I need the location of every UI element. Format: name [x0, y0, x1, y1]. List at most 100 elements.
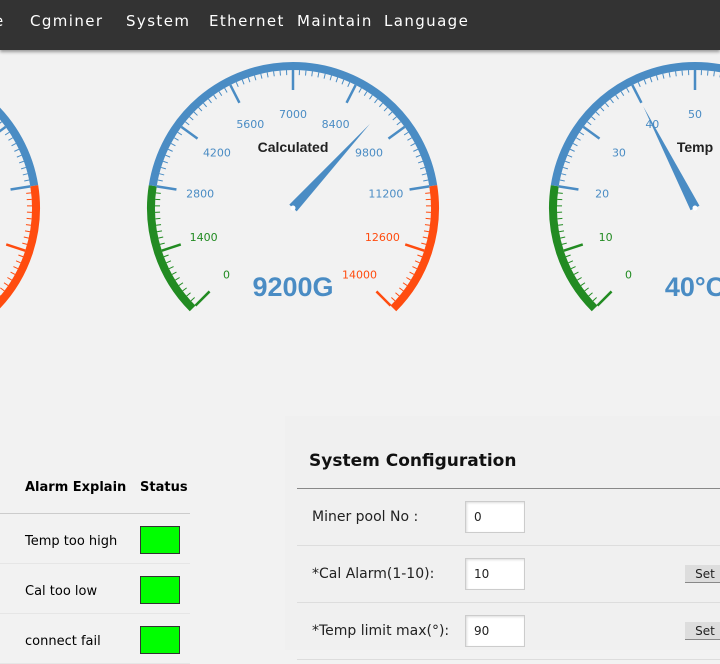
minor-tick	[359, 88, 361, 92]
minor-tick	[13, 267, 17, 269]
tick-label: 20	[595, 187, 609, 200]
minor-tick	[406, 277, 410, 280]
config-row-cal-alarm: *Cal Alarm(1-10): Set	[297, 546, 720, 603]
minor-tick	[601, 107, 604, 111]
minor-tick	[610, 99, 613, 103]
cal-alarm-set-button[interactable]: Set	[685, 565, 720, 583]
minor-tick	[312, 71, 313, 76]
minor-tick	[656, 75, 657, 80]
major-tick	[0, 127, 6, 139]
tick-label: 9800	[355, 147, 383, 160]
temp-limit-set-button[interactable]: Set	[685, 622, 720, 640]
minor-tick	[336, 77, 338, 82]
top-nav: e Cgminer System Ethernet Maintain Langu…	[0, 0, 720, 50]
gauge-title: Calculated	[258, 139, 329, 155]
needle-pivot	[291, 206, 296, 211]
minor-tick	[318, 72, 319, 77]
tick-label: 30	[612, 147, 626, 160]
minor-tick	[5, 132, 9, 135]
minor-tick	[330, 75, 331, 80]
minor-tick	[560, 180, 565, 181]
minor-tick	[242, 80, 244, 85]
minor-tick	[8, 138, 12, 141]
gauge-value: 9200G	[252, 272, 333, 302]
major-tick	[564, 244, 583, 250]
major-tick	[230, 85, 239, 103]
nav-maintain[interactable]: Maintain	[297, 12, 373, 30]
cal-alarm-input[interactable]	[465, 558, 525, 590]
minor-tick	[591, 117, 595, 120]
minor-tick	[179, 283, 183, 286]
minor-tick	[425, 225, 430, 226]
minor-tick	[407, 138, 411, 141]
table-row: Cal too low	[0, 566, 190, 614]
gauge-title: Temp	[677, 139, 713, 155]
minor-tick	[166, 155, 171, 157]
minor-tick	[261, 74, 262, 79]
minor-tick	[379, 103, 382, 107]
major-tick	[157, 186, 177, 189]
minor-tick	[178, 132, 182, 135]
gauge-zone-arc	[0, 66, 34, 186]
minor-tick	[24, 237, 29, 238]
tick-label: 8400	[322, 118, 350, 131]
minor-tick	[410, 272, 414, 274]
nav-system[interactable]: System	[126, 12, 190, 30]
minor-tick	[568, 155, 573, 157]
minor-tick	[558, 193, 563, 194]
minor-tick	[412, 267, 416, 269]
minor-tick	[570, 149, 575, 151]
minor-tick	[11, 272, 15, 274]
minor-tick	[342, 80, 344, 85]
minor-tick	[24, 180, 29, 181]
nav-item-partial[interactable]: e	[0, 12, 5, 30]
cal-alarm-label: *Cal Alarm(1-10):	[312, 566, 434, 582]
major-tick	[195, 291, 209, 305]
tick-label: 2800	[186, 187, 214, 200]
major-tick	[6, 244, 25, 250]
minor-tick	[561, 174, 566, 175]
minor-tick	[424, 231, 429, 232]
minor-tick	[185, 122, 189, 125]
minor-tick	[411, 143, 415, 145]
tick-label: 5600	[236, 118, 264, 131]
minor-tick	[395, 293, 399, 296]
nav-ethernet[interactable]: Ethernet	[209, 12, 285, 30]
minor-tick	[254, 75, 255, 80]
minor-tick	[14, 149, 19, 151]
minor-tick	[17, 155, 22, 157]
temp-limit-input[interactable]	[465, 615, 525, 647]
miner-pool-input[interactable]	[465, 501, 525, 533]
nav-cgminer[interactable]: Cgminer	[30, 12, 103, 30]
minor-tick	[397, 122, 401, 125]
tick-label: 4200	[203, 147, 231, 160]
minor-tick	[404, 132, 408, 135]
minor-tick	[18, 255, 23, 257]
tick-label: 0	[625, 268, 632, 281]
minor-tick	[425, 193, 430, 194]
alarm-explain: Cal too low	[25, 584, 97, 599]
minor-tick	[12, 143, 16, 145]
gauge-needle	[643, 106, 699, 210]
minor-tick	[187, 293, 191, 296]
table-row: Temp too high	[0, 516, 190, 564]
major-tick	[597, 291, 611, 305]
major-tick	[559, 186, 579, 189]
gauge-calculated: 0140028004200560070008400980011200126001…	[151, 66, 435, 308]
status-indicator	[140, 526, 180, 554]
minor-tick	[589, 293, 593, 296]
minor-tick	[169, 267, 173, 269]
needle-pivot	[693, 206, 698, 211]
minor-tick	[568, 261, 573, 263]
minor-tick	[669, 72, 670, 77]
minor-tick	[274, 71, 275, 76]
minor-tick	[157, 231, 162, 232]
major-tick	[376, 291, 390, 305]
minor-tick	[714, 71, 715, 76]
nav-language[interactable]: Language	[384, 12, 469, 30]
tick-label: 10	[599, 231, 613, 244]
minor-tick	[194, 112, 198, 115]
minor-tick	[174, 138, 178, 141]
minor-tick	[587, 122, 591, 125]
alarm-table-header: Alarm Explain Status	[0, 466, 190, 514]
